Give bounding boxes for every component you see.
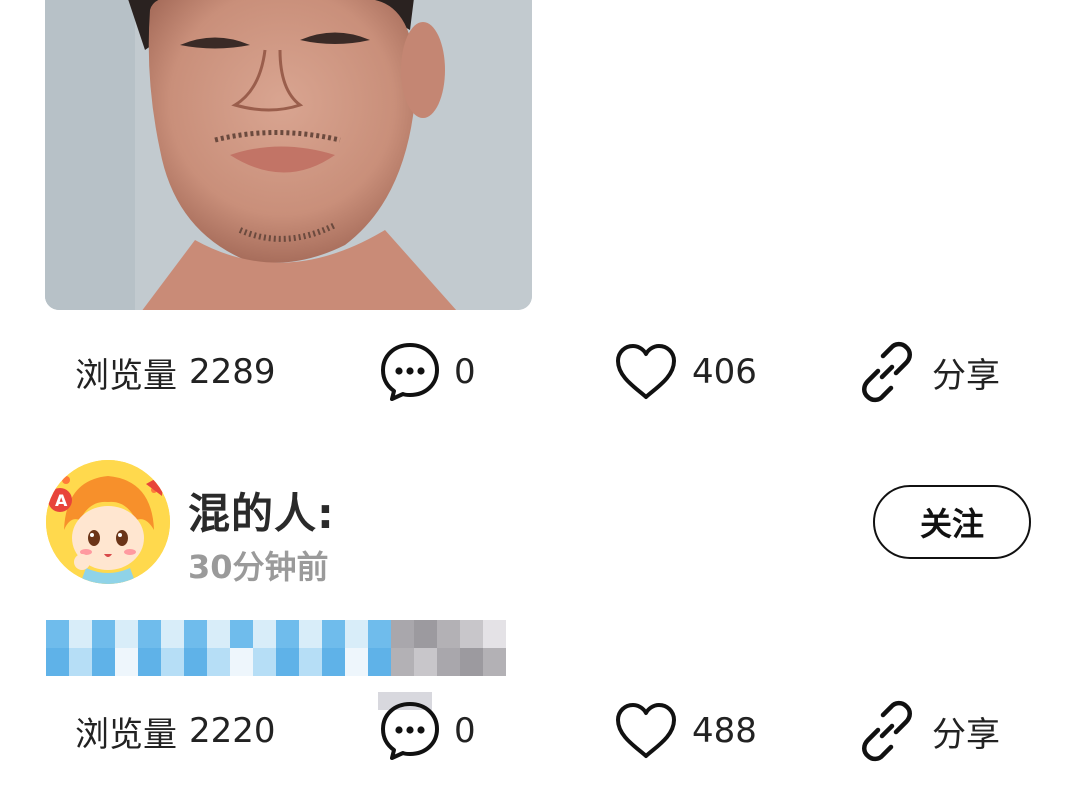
mosaic-block [161, 648, 184, 676]
mosaic-block [253, 620, 276, 648]
like-button[interactable]: 488 [614, 696, 757, 766]
mosaic-block [184, 620, 207, 648]
comment-button[interactable]: 0 [380, 696, 476, 766]
mosaic-block [138, 648, 161, 676]
mosaic-block [483, 648, 506, 676]
blurred-post-text [46, 620, 506, 676]
mosaic-block [345, 648, 368, 676]
mosaic-block [92, 648, 115, 676]
post-timestamp: 30分钟前 [188, 548, 329, 586]
mosaic-block [414, 648, 437, 676]
mosaic-block [345, 620, 368, 648]
link-icon [856, 341, 918, 403]
mosaic-block [46, 648, 69, 676]
mosaic-block [322, 620, 345, 648]
mosaic-block [299, 620, 322, 648]
svg-text:A: A [55, 491, 68, 510]
mosaic-block [299, 648, 322, 676]
mosaic-block [368, 620, 391, 648]
views-number: 2220 [189, 711, 276, 751]
mosaic-block [414, 620, 437, 648]
mosaic-block [69, 648, 92, 676]
mosaic-block [230, 620, 253, 648]
mosaic-block [460, 648, 483, 676]
comment-count: 0 [454, 352, 476, 392]
share-label: 分享 [932, 355, 1000, 396]
follow-button[interactable]: 关注 [873, 485, 1031, 559]
mosaic-block [207, 648, 230, 676]
mosaic-block [483, 620, 506, 648]
avatar[interactable]: A [46, 460, 170, 584]
post-stats-row: 浏览量 2220 0 488 分享 [0, 696, 1080, 766]
mosaic-block [115, 648, 138, 676]
like-count: 406 [692, 352, 757, 392]
like-count: 488 [692, 711, 757, 751]
mosaic-block [322, 648, 345, 676]
comment-count: 0 [454, 711, 476, 751]
share-button[interactable]: 分享 [856, 337, 1000, 407]
post-image[interactable] [45, 0, 532, 310]
mosaic-block [207, 620, 230, 648]
view-count: 浏览量 2220 [75, 696, 276, 766]
mosaic-block [92, 620, 115, 648]
mosaic-block [437, 620, 460, 648]
view-count: 浏览量 2289 [75, 337, 276, 407]
views-label: 浏览量 [75, 714, 177, 755]
mosaic-block [368, 648, 391, 676]
like-button[interactable]: 406 [614, 337, 757, 407]
comment-button[interactable]: 0 [380, 337, 476, 407]
mosaic-block [276, 620, 299, 648]
post-stats-row: 浏览量 2289 0 406 分享 [0, 337, 1080, 407]
mosaic-block [69, 620, 92, 648]
mosaic-block [276, 648, 299, 676]
mosaic-block [184, 648, 207, 676]
mosaic-block [115, 620, 138, 648]
mosaic-block [460, 620, 483, 648]
heart-icon [614, 343, 678, 401]
mosaic-block [391, 648, 414, 676]
comment-bubble-icon [380, 341, 440, 403]
author-name[interactable]: 混的人: [188, 480, 335, 541]
mosaic-block [138, 620, 161, 648]
share-button[interactable]: 分享 [856, 696, 1000, 766]
mosaic-block [253, 648, 276, 676]
share-label: 分享 [932, 714, 1000, 755]
mosaic-block [161, 620, 184, 648]
mosaic-block [391, 620, 414, 648]
mosaic-block [46, 620, 69, 648]
mosaic-block [437, 648, 460, 676]
heart-icon [614, 702, 678, 760]
views-number: 2289 [189, 352, 276, 392]
link-icon [856, 700, 918, 762]
comment-bubble-icon [380, 700, 440, 762]
mosaic-block [230, 648, 253, 676]
views-label: 浏览量 [75, 355, 177, 396]
